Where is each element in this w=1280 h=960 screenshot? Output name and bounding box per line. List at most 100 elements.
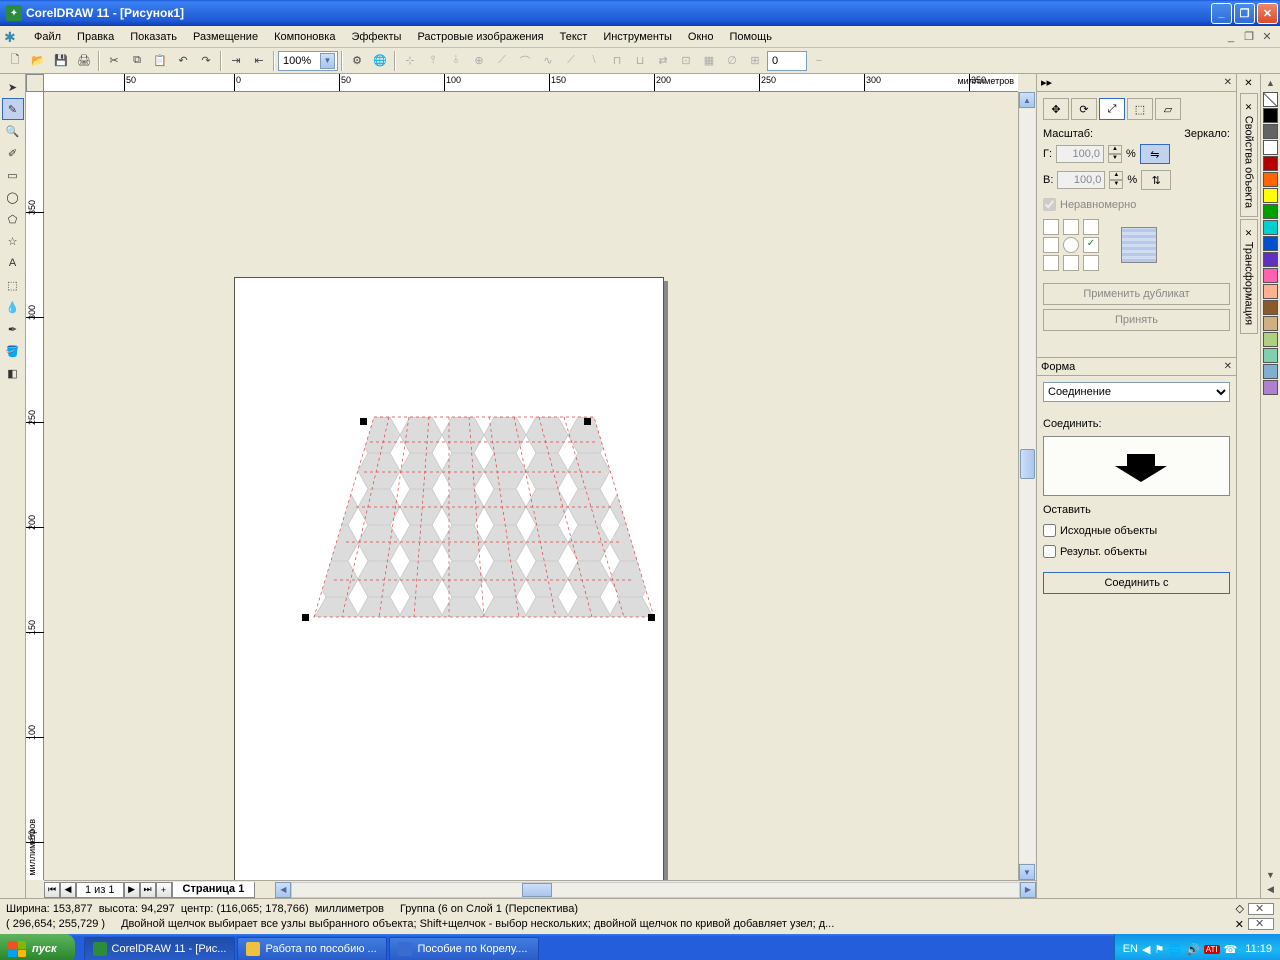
docker-close-icon[interactable]: ✕ bbox=[1224, 77, 1232, 88]
curve-tool-1[interactable]: ⟋ bbox=[491, 50, 513, 72]
tray-icon[interactable]: ATI bbox=[1204, 945, 1220, 954]
node-break-button[interactable]: ⊓ bbox=[606, 50, 628, 72]
tray-icon[interactable]: ☎ bbox=[1224, 943, 1238, 956]
spin-down2[interactable]: ▼ bbox=[1109, 180, 1123, 189]
prev-page-button[interactable]: ◀ bbox=[60, 882, 76, 898]
menu-help[interactable]: Помощь bbox=[721, 29, 780, 45]
new-button[interactable]: 🗋 bbox=[4, 50, 26, 72]
docker-tabs-close-icon[interactable]: ✕ bbox=[1244, 78, 1252, 89]
transform-rotate-button[interactable]: ⟳ bbox=[1071, 98, 1097, 120]
menu-view[interactable]: Показать bbox=[122, 29, 185, 45]
vtab-transformation[interactable]: ✕ Трансформация bbox=[1240, 219, 1258, 334]
snap-h-button[interactable]: ⫰ bbox=[445, 50, 467, 72]
apply-button[interactable]: Принять bbox=[1043, 309, 1230, 331]
text-tool[interactable]: A bbox=[2, 252, 24, 274]
scroll-down-button[interactable]: ▼ bbox=[1019, 864, 1035, 880]
paste-button[interactable]: 📋 bbox=[149, 50, 171, 72]
spin-down[interactable]: ▼ bbox=[1108, 154, 1122, 163]
transform-docker-header[interactable]: ▸▸ ✕ bbox=[1037, 74, 1236, 92]
snap-node-button[interactable]: ⊹ bbox=[399, 50, 421, 72]
vertical-ruler[interactable]: миллиметров 50100150200250300350 bbox=[26, 92, 44, 880]
swatch[interactable] bbox=[1263, 140, 1278, 155]
swatch[interactable] bbox=[1263, 156, 1278, 171]
selection-handle-br[interactable] bbox=[648, 614, 655, 621]
app-launcher-button[interactable]: ⚙ bbox=[346, 50, 368, 72]
swatch[interactable] bbox=[1263, 316, 1278, 331]
menu-tools[interactable]: Инструменты bbox=[595, 29, 680, 45]
first-page-button[interactable]: ⏮ bbox=[44, 882, 60, 898]
tray-icon[interactable]: 🌐 bbox=[1168, 943, 1182, 956]
dropdown-arrow-icon[interactable]: ▼ bbox=[320, 53, 335, 69]
swatch[interactable] bbox=[1263, 348, 1278, 363]
hscroll-track[interactable] bbox=[291, 882, 1020, 898]
swatch[interactable] bbox=[1263, 300, 1278, 315]
lang-indicator[interactable]: EN bbox=[1123, 943, 1138, 955]
swatch[interactable] bbox=[1263, 252, 1278, 267]
freehand-tool[interactable]: ✐ bbox=[2, 142, 24, 164]
zoom-tool[interactable]: 🔍 bbox=[2, 120, 24, 142]
form-mode-select[interactable]: Соединение bbox=[1043, 382, 1230, 402]
menu-text[interactable]: Текст bbox=[552, 29, 596, 45]
swatch[interactable] bbox=[1263, 380, 1278, 395]
vtab-object-properties[interactable]: ✕ Свойства объекта bbox=[1240, 93, 1258, 217]
form-close-icon[interactable]: ✕ bbox=[1224, 361, 1232, 372]
anchor-grid[interactable] bbox=[1043, 219, 1101, 271]
snap-v-button[interactable]: ⫯ bbox=[422, 50, 444, 72]
transform-size-button[interactable]: ⬚ bbox=[1127, 98, 1153, 120]
swatch-none[interactable] bbox=[1263, 92, 1278, 107]
keep-result-checkbox[interactable]: Результ. объекты bbox=[1043, 545, 1230, 558]
page-tab[interactable]: Страница 1 bbox=[172, 882, 256, 898]
transform-position-button[interactable]: ✥ bbox=[1043, 98, 1069, 120]
swatch[interactable] bbox=[1263, 204, 1278, 219]
hscroll-thumb[interactable] bbox=[522, 883, 552, 897]
swatch[interactable] bbox=[1263, 268, 1278, 283]
menu-arrange[interactable]: Компоновка bbox=[266, 29, 343, 45]
system-tray[interactable]: EN ◀ ⚑ 🌐 🔊 ATI ☎ 11:19 bbox=[1114, 934, 1280, 960]
mdi-close-button[interactable]: ✕ bbox=[1259, 30, 1275, 44]
drawing-canvas[interactable] bbox=[44, 92, 1018, 880]
apply-duplicate-button[interactable]: Применить дубликат bbox=[1043, 283, 1230, 305]
swatch[interactable] bbox=[1263, 284, 1278, 299]
outline-indicator[interactable]: ✕ bbox=[1235, 918, 1274, 931]
swatch[interactable] bbox=[1263, 188, 1278, 203]
mdi-restore-button[interactable]: ❐ bbox=[1241, 30, 1257, 44]
fill-tool[interactable]: 🪣 bbox=[2, 340, 24, 362]
node-join-button[interactable]: ⊔ bbox=[629, 50, 651, 72]
taskbar-task[interactable]: Работа по пособию ... bbox=[237, 937, 387, 960]
palette-down-button[interactable]: ▼ bbox=[1266, 870, 1275, 884]
minimize-button[interactable]: _ bbox=[1211, 3, 1232, 24]
export-button[interactable]: ⇤ bbox=[248, 50, 270, 72]
corel-online-button[interactable]: 🌐 bbox=[369, 50, 391, 72]
menu-bitmaps[interactable]: Растровые изображения bbox=[409, 29, 551, 45]
palette-up-button[interactable]: ▲ bbox=[1266, 78, 1275, 92]
undo-button[interactable]: ↶ bbox=[172, 50, 194, 72]
keep-source-checkbox[interactable]: Исходные объекты bbox=[1043, 524, 1230, 537]
tray-icon[interactable]: ◀ bbox=[1142, 943, 1150, 956]
maximize-button[interactable]: ❐ bbox=[1234, 3, 1255, 24]
swatch[interactable] bbox=[1263, 332, 1278, 347]
reduce-button[interactable]: − bbox=[808, 50, 830, 72]
save-button[interactable]: 💾 bbox=[50, 50, 72, 72]
join-with-button[interactable]: Соединить с bbox=[1043, 572, 1230, 594]
taskbar-task[interactable]: CorelDRAW 11 - [Рис... bbox=[84, 937, 236, 960]
ellipse-tool[interactable]: ◯ bbox=[2, 186, 24, 208]
swatch[interactable] bbox=[1263, 124, 1278, 139]
copy-button[interactable]: ⧉ bbox=[126, 50, 148, 72]
scroll-thumb[interactable] bbox=[1020, 449, 1035, 479]
nonuniform-checkbox[interactable]: Неравномерно bbox=[1043, 198, 1230, 211]
zoom-combo[interactable]: 100%▼ bbox=[278, 51, 338, 71]
polygon-tool[interactable]: ⬠ bbox=[2, 208, 24, 230]
curve-tool-4[interactable]: ⟋ bbox=[560, 50, 582, 72]
spin-up[interactable]: ▲ bbox=[1108, 145, 1122, 154]
curve-tool-3[interactable]: ∿ bbox=[537, 50, 559, 72]
swatch[interactable] bbox=[1263, 364, 1278, 379]
fill-indicator[interactable]: ◇ bbox=[1236, 902, 1274, 915]
menu-edit[interactable]: Правка bbox=[69, 29, 122, 45]
scroll-up-button[interactable]: ▲ bbox=[1019, 92, 1035, 108]
interactive-fill-tool[interactable]: ◧ bbox=[2, 362, 24, 384]
eyedropper-tool[interactable]: 💧 bbox=[2, 296, 24, 318]
selection-handle-bl[interactable] bbox=[302, 614, 309, 621]
shape-tool[interactable]: ✎ bbox=[2, 98, 24, 120]
scroll-left-button[interactable]: ◀ bbox=[275, 882, 291, 898]
menu-layout[interactable]: Размещение bbox=[185, 29, 266, 45]
